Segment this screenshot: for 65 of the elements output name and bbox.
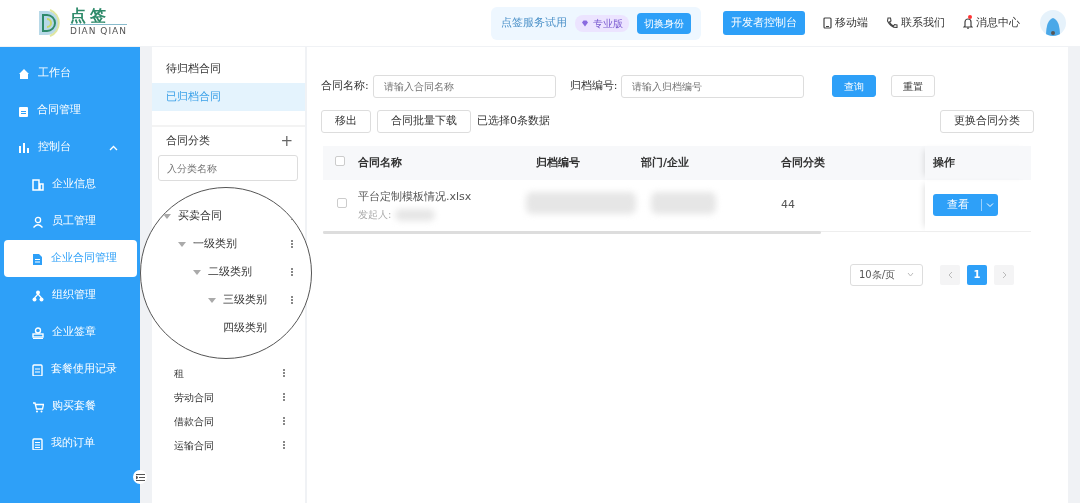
expand-caret-icon[interactable] (178, 241, 186, 247)
cart-icon (32, 400, 44, 413)
category-title: 合同分类 (166, 132, 210, 149)
avatar[interactable] (1040, 10, 1066, 36)
tree-node[interactable]: 二级类别 (208, 263, 252, 281)
reset-button[interactable]: 重置 (891, 75, 936, 97)
filter-label: 合同名称: (321, 77, 369, 94)
toolbar-button[interactable]: 移出 (321, 110, 371, 133)
tree-node[interactable]: 四级类别 (223, 319, 267, 337)
file-name: 平台定制模板情况.xlsx (358, 188, 473, 205)
collapse-button[interactable] (133, 470, 147, 484)
tree-node[interactable]: 租 (174, 365, 184, 381)
column-header: 归档编号 (536, 155, 580, 169)
header-link[interactable]: 联系我们 (886, 14, 945, 32)
column-header: 操作 (933, 155, 955, 169)
selection-count: 已选择0条数据 (477, 113, 550, 130)
user-icon (32, 215, 44, 228)
row-checkbox[interactable] (337, 198, 347, 208)
change-category-button[interactable]: 更换合同分类 (940, 110, 1034, 133)
stamp-icon (32, 326, 44, 339)
tree-node[interactable]: 运输合同 (174, 437, 214, 453)
filter-label: 归档编号: (569, 77, 618, 94)
building-icon (32, 178, 44, 191)
tree-node[interactable]: 借款合同 (174, 413, 214, 429)
column-header: 合同名称 (358, 155, 402, 169)
column-header: 合同分类 (781, 155, 825, 169)
chevron-left-icon (947, 270, 953, 279)
add-button[interactable]: + (280, 133, 293, 149)
search-field[interactable]: 入分类名称 (158, 155, 298, 181)
list-icon (32, 437, 43, 450)
select-all-checkbox[interactable] (335, 155, 345, 166)
expand-caret-icon[interactable] (193, 269, 201, 275)
filter-input[interactable]: 请输入合同名称 (372, 74, 556, 98)
clipboard-icon (18, 104, 29, 117)
hierarchy-icon (32, 289, 44, 302)
edition-label: 专业版 (593, 16, 623, 31)
chevron-down-icon (907, 272, 914, 277)
page-size-select[interactable]: 10条/页 (849, 263, 923, 286)
column-header: 部门/企业 (641, 155, 690, 169)
expand-caret-icon[interactable] (208, 297, 216, 303)
diamond-icon (581, 19, 589, 27)
initiator-label: 发起人: (358, 208, 392, 222)
mobile-phone-icon (823, 17, 832, 29)
notepad-icon (32, 363, 43, 376)
header-link[interactable]: 消息中心 (963, 14, 1020, 32)
redacted-blur (651, 191, 716, 214)
logo-subtitle: DIAN QIAN (70, 23, 127, 39)
filter-input[interactable]: 请输入归档编号 (621, 74, 805, 98)
category-value: 44 (781, 198, 795, 211)
trial-text: 点签服务试用 (501, 14, 567, 31)
header-link[interactable]: 移动端 (823, 14, 868, 32)
phone-icon (886, 17, 898, 29)
chevron-right-icon (1001, 270, 1007, 279)
bell-icon (963, 17, 973, 29)
toolbar-button[interactable]: 合同批量下载 (377, 110, 471, 133)
tree-node[interactable]: 劳动合同 (174, 389, 214, 405)
tree-node[interactable]: 买卖合同 (178, 207, 222, 225)
expand-caret-icon[interactable] (163, 213, 171, 219)
document-icon (32, 252, 43, 265)
tree-node[interactable]: 一级类别 (193, 235, 237, 253)
bar-chart-icon (18, 142, 30, 153)
scrollbar[interactable] (323, 230, 821, 234)
logo-title: 点签 (70, 7, 111, 24)
tree-node[interactable]: 三级类别 (223, 291, 267, 309)
home-icon (18, 67, 30, 80)
